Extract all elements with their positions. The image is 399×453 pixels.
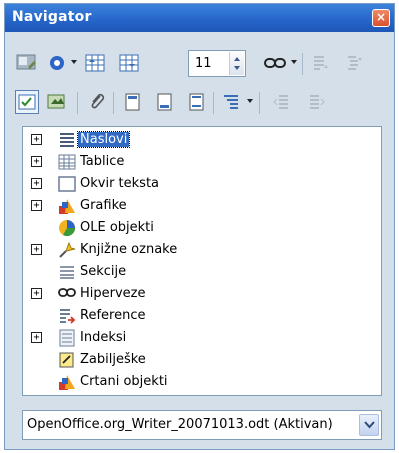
heading-levels-dropdown-icon[interactable] xyxy=(247,99,253,103)
navigator-window: Navigator × 11 + Naslovi + Tablice + Okv… xyxy=(4,3,395,450)
headings-icon xyxy=(58,131,76,149)
tree-item-label: Sekcije xyxy=(80,264,127,279)
tree-item-comments[interactable]: Zabilješke xyxy=(23,349,381,371)
document-selector-value: OpenOffice.org_Writer_20071013.odt (Akti… xyxy=(27,417,333,432)
tree-item-ole-objects[interactable]: OLE objekti xyxy=(23,217,381,239)
document-selector[interactable]: OpenOffice.org_Writer_20071013.odt (Akti… xyxy=(22,410,382,440)
tree-item-hyperlinks[interactable]: + Hiperveze xyxy=(23,283,381,305)
toolbar-secondary xyxy=(13,86,386,120)
sections-icon xyxy=(58,263,76,281)
expand-toggle[interactable]: + xyxy=(31,178,42,189)
tree-item-label: Tablice xyxy=(80,154,125,169)
list-box-toggle-icon[interactable] xyxy=(15,90,39,114)
text-frame-icon xyxy=(58,175,76,193)
heading-levels-icon[interactable] xyxy=(219,90,243,114)
tree-item-label: Naslovi xyxy=(76,131,131,148)
content-view-icon[interactable] xyxy=(15,51,39,75)
tree-item-sections[interactable]: Sekcije xyxy=(23,261,381,283)
headings-view-icon[interactable] xyxy=(45,90,69,114)
expand-toggle[interactable]: + xyxy=(31,332,42,343)
tree-item-bookmarks[interactable]: + Knjižne oznake xyxy=(23,239,381,261)
indexes-icon xyxy=(58,329,76,347)
previous-icon[interactable] xyxy=(83,51,107,75)
bookmarks-icon xyxy=(58,241,76,259)
toolbar-separator xyxy=(259,92,260,114)
expand-toggle[interactable]: + xyxy=(31,288,42,299)
title-bar[interactable]: Navigator × xyxy=(5,4,394,32)
toolbar-separator xyxy=(77,92,78,114)
window-title: Navigator xyxy=(12,9,92,25)
references-icon xyxy=(58,307,76,325)
tree-item-tables[interactable]: + Tablice xyxy=(23,151,381,173)
tree-item-label: Hiperveze xyxy=(80,286,146,301)
navigation-icon[interactable] xyxy=(45,51,69,75)
drag-mode-dropdown-icon[interactable] xyxy=(291,60,297,64)
navigation-dropdown-icon[interactable] xyxy=(71,60,77,64)
tree-item-graphics[interactable]: + Grafike xyxy=(23,195,381,217)
tree-item-label: Crtani objekti xyxy=(80,374,168,389)
comments-icon xyxy=(58,351,76,369)
tree-item-drawing-objects[interactable]: Crtani objekti xyxy=(23,371,381,393)
tree-item-label: Zabilješke xyxy=(80,352,146,367)
expand-toggle[interactable]: + xyxy=(31,134,42,145)
next-icon[interactable] xyxy=(117,51,141,75)
drag-mode-icon[interactable] xyxy=(263,51,287,75)
content-tree[interactable]: + Naslovi + Tablice + Okvir teksta + Gra… xyxy=(22,126,382,396)
tree-item-label: Reference xyxy=(80,308,146,323)
tree-item-references[interactable]: Reference xyxy=(23,305,381,327)
promote-level-icon[interactable] xyxy=(309,51,333,75)
drawing-objects-icon xyxy=(58,373,76,391)
tree-item-label: Knjižne oznake xyxy=(80,242,178,257)
graphics-icon xyxy=(58,197,76,215)
tree-item-label: Okvir teksta xyxy=(80,176,160,191)
expand-toggle[interactable]: + xyxy=(31,200,42,211)
ole-objects-icon xyxy=(58,219,76,237)
toolbar-primary: 11 xyxy=(13,47,386,81)
hyperlinks-icon xyxy=(58,285,76,303)
reminder-icon[interactable] xyxy=(85,90,109,114)
tables-icon xyxy=(58,153,76,171)
footer-icon[interactable] xyxy=(153,90,177,114)
chevron-down-icon[interactable] xyxy=(359,414,379,436)
toolbar-separator xyxy=(213,92,214,114)
demote-level-icon[interactable] xyxy=(343,51,367,75)
tree-item-indexes[interactable]: + Indeksi xyxy=(23,327,381,349)
anchor-icon[interactable] xyxy=(185,90,209,114)
tree-item-text-frames[interactable]: + Okvir teksta xyxy=(23,173,381,195)
close-button[interactable]: × xyxy=(372,9,390,27)
tree-item-headings[interactable]: + Naslovi xyxy=(23,129,381,151)
header-icon[interactable] xyxy=(121,90,145,114)
toolbar-separator xyxy=(302,53,303,75)
tree-item-label: Grafike xyxy=(80,198,127,213)
tree-item-label: Indeksi xyxy=(80,330,127,345)
spinner-arrows[interactable] xyxy=(229,52,244,75)
tree-item-label: OLE objekti xyxy=(80,220,154,235)
promote-chapter-icon[interactable] xyxy=(269,90,293,114)
expand-toggle[interactable]: + xyxy=(31,156,42,167)
toolbar-separator xyxy=(113,92,114,114)
demote-chapter-icon[interactable] xyxy=(305,90,329,114)
expand-toggle[interactable]: + xyxy=(31,244,42,255)
page-number-spinner[interactable]: 11 xyxy=(188,50,246,77)
page-number-value: 11 xyxy=(195,56,212,71)
